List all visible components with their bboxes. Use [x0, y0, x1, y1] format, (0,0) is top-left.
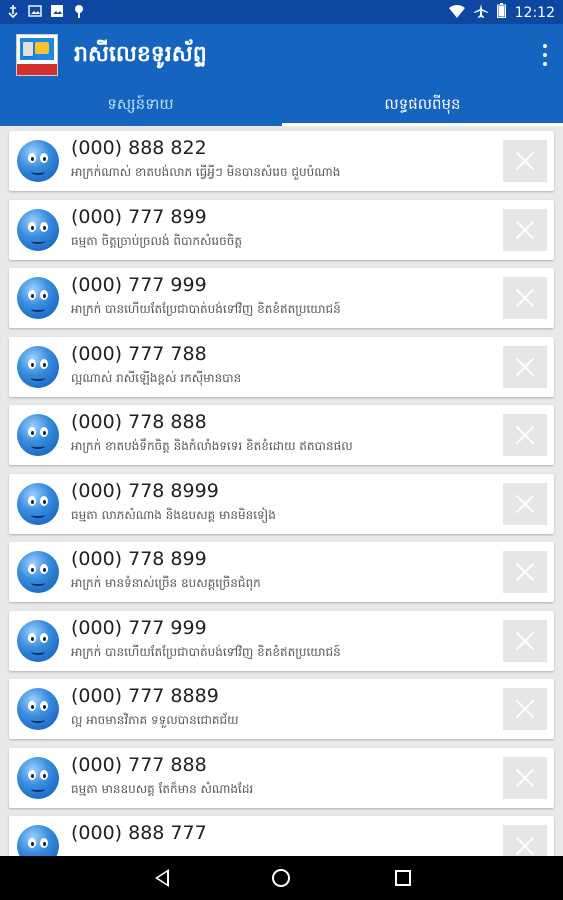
tab-previous-results[interactable]: លទ្ធផលពីមុន: [282, 88, 563, 126]
list-item[interactable]: (000) 778 8999 ធម្មតា លាភសំណាង និងឧបសគ្គ …: [9, 473, 554, 534]
status-bar: 12:12: [0, 0, 563, 24]
delete-button[interactable]: [503, 140, 547, 182]
phone-number: (000) 777 8889: [71, 685, 219, 707]
list-item[interactable]: (000) 888 822 អាក្រក់ណាស់ ខាតបង់លាភ ធ្វើអ…: [9, 131, 554, 191]
delete-button[interactable]: [503, 619, 547, 662]
result-description: អាក្រក់ ខាតបង់ទឹកចិត្ត និងកំលាំងទទេរ ខិត…: [71, 439, 353, 453]
recents-icon[interactable]: [395, 870, 411, 886]
app-bar: រាសីលេខទូរស័ព្ទ: [0, 24, 563, 88]
list-item[interactable]: (000) 777 788 ល្អណាស់ រាសីឡើងខ្ពស់ រកស៊ីម…: [9, 336, 554, 397]
results-list[interactable]: (000) 888 822 អាក្រក់ណាស់ ខាតបង់លាភ ធ្វើអ…: [0, 126, 563, 856]
delete-button[interactable]: [503, 208, 547, 251]
list-item[interactable]: (000) 777 899 ធម្មតា ចិត្តច្រាប់ច្រលង់ ពិ…: [9, 199, 554, 260]
delete-button[interactable]: [503, 482, 547, 525]
result-description: អាក្រក់ មានទំនាស់ច្រើន ឧបសគ្គច្រើនជំពុក: [71, 576, 261, 590]
delete-button[interactable]: [503, 414, 547, 456]
laughing-emoji-icon: [17, 345, 59, 388]
tab-prediction[interactable]: ទស្សន៍ទាយ: [0, 88, 281, 126]
sad-emoji-icon: [17, 277, 59, 319]
app-logo: [16, 34, 58, 76]
phone-number: (000) 777 788: [71, 342, 207, 365]
home-icon[interactable]: [272, 869, 290, 887]
delete-button[interactable]: [503, 551, 547, 593]
gallery-icon: [50, 4, 64, 18]
list-item[interactable]: (000) 778 888 អាក្រក់ ខាតបង់ទឹកចិត្ត និងក…: [9, 405, 554, 465]
status-time: 12:12: [514, 4, 555, 21]
sad-emoji-icon: [17, 551, 59, 593]
airplane-icon: [473, 3, 488, 22]
result-description: ធម្មតា ចិត្តច្រាប់ច្រលង់ ពិបាកសំរេចចិត្ត: [71, 233, 242, 248]
list-item[interactable]: (000) 777 888 ធម្មតា មានឧបសគ្គ តែក៏មាន សំ…: [9, 747, 554, 808]
app-title: រាសីលេខទូរស័ព្ទ: [74, 42, 207, 67]
neutral-emoji-icon: [17, 825, 59, 856]
phone-number: (000) 888 822: [71, 137, 207, 159]
phone-number: (000) 778 899: [71, 548, 207, 570]
neutral-emoji-icon: [17, 482, 59, 525]
delete-button[interactable]: [503, 756, 547, 799]
pin-icon: [72, 4, 86, 18]
neutral-emoji-icon: [17, 756, 59, 799]
list-item[interactable]: (000) 778 899 អាក្រក់ មានទំនាស់ច្រើន ឧបសគ…: [9, 542, 554, 602]
phone-number: (000) 777 888: [71, 753, 207, 776]
battery-icon: [496, 3, 506, 22]
phone-number: (000) 778 8999: [71, 479, 219, 502]
sunglasses-emoji-icon: [17, 414, 59, 456]
worried-emoji-icon: [17, 140, 59, 182]
result-description: ធម្មតា លាភសំណាង និងឧបសគ្គ មានមិនទៀង: [71, 507, 276, 522]
list-item[interactable]: (000) 777 999 អាក្រក់ បានហើយតែប្រែជាបាត់ប…: [9, 268, 554, 328]
delete-button[interactable]: [503, 277, 547, 319]
shocked-emoji-icon: [17, 619, 59, 662]
usb-icon: [6, 4, 20, 19]
phone-number: (000) 777 999: [71, 616, 207, 639]
status-right-icons: 12:12: [448, 3, 555, 22]
result-description: អាក្រក់ បានហើយតែប្រែជាបាត់បង់ទៅវិញ ខិតខំ…: [71, 302, 341, 316]
phone-number: (000) 777 999: [71, 274, 207, 296]
list-item[interactable]: (000) 777 8889 ល្អ អាចមានវិភាគ ទទួលបានជោគ…: [9, 679, 554, 739]
result-description: ល្អណាស់ រាសីឡើងខ្ពស់ រកស៊ីមានបាន: [71, 370, 242, 385]
navigation-bar: [0, 856, 563, 900]
result-description: ធម្មតា មានឧបសគ្គ តែក៏មាន សំណាងដែរ: [71, 781, 254, 796]
sad-emoji-icon: [17, 688, 59, 730]
overflow-menu-icon[interactable]: [541, 44, 549, 66]
wifi-icon: [448, 4, 465, 22]
result-description: ល្អ អាចមានវិភាគ ទទួលបានជោគជ័យ: [71, 713, 239, 727]
delete-button[interactable]: [503, 825, 547, 856]
neutral-emoji-icon: [17, 208, 59, 251]
list-item[interactable]: (000) 888 777: [9, 816, 554, 856]
phone-number: (000) 777 899: [71, 205, 207, 228]
delete-button[interactable]: [503, 345, 547, 388]
result-description: អាក្រក់ណាស់ ខាតបង់លាភ ធ្វើអ្វីៗ មិនបានសំ…: [71, 165, 341, 179]
phone-number: (000) 888 777: [71, 822, 207, 844]
result-description: អាក្រក់ បានហើយតែប្រែជាបាត់បង់ទៅវិញ ខិតខំ…: [71, 644, 341, 659]
back-icon[interactable]: [155, 869, 169, 887]
phone-number: (000) 778 888: [71, 411, 207, 433]
status-left-icons: [6, 4, 86, 19]
tab-bar: ទស្សន៍ទាយ លទ្ធផលពីមុន: [0, 88, 563, 126]
delete-button[interactable]: [503, 688, 547, 730]
list-item[interactable]: (000) 777 999 អាក្រក់ បានហើយតែប្រែជាបាត់ប…: [9, 610, 554, 671]
image-icon: [28, 4, 42, 18]
